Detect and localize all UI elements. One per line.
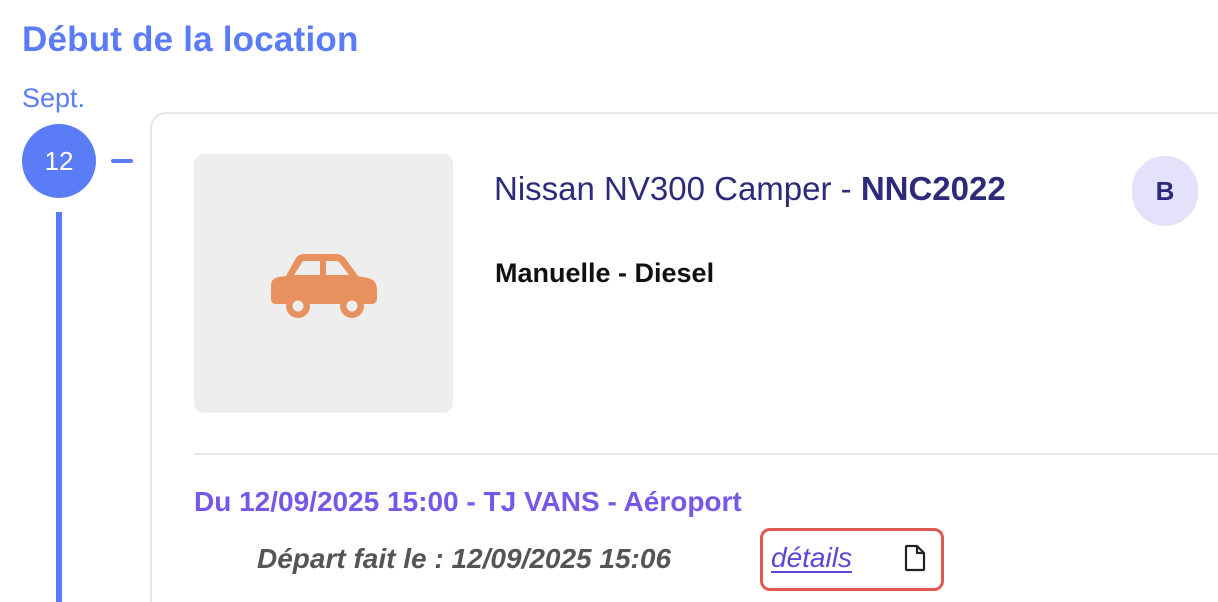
departure-done-text: Départ fait le : 12/09/2025 15:06 <box>257 543 672 574</box>
timeline-day-badge: 12 <box>22 124 96 198</box>
vehicle-title: Nissan NV300 Camper - NNC2022 <box>494 170 1006 208</box>
vehicle-plate: NNC2022 <box>860 170 1006 207</box>
rental-start-page: Début de la location Sept. 12 Nissan NV3… <box>0 0 1218 602</box>
vehicle-transmission-fuel: Manuelle - Diesel <box>495 258 715 288</box>
timeline-connector <box>111 159 133 163</box>
vehicle-thumbnail <box>194 154 453 413</box>
license-category-badge: B <box>1132 156 1198 226</box>
vehicle-name: Nissan NV300 Camper - <box>494 170 861 207</box>
details-link[interactable]: détails <box>771 542 852 574</box>
section-title: Début de la location <box>22 20 359 59</box>
timeline-month: Sept. <box>22 83 86 113</box>
timeline-line <box>56 212 62 602</box>
rental-period: Du 12/09/2025 15:00 - TJ VANS - Aéroport <box>194 486 742 517</box>
card-divider <box>194 453 1218 455</box>
document-icon[interactable] <box>904 544 926 572</box>
car-icon <box>270 253 377 318</box>
